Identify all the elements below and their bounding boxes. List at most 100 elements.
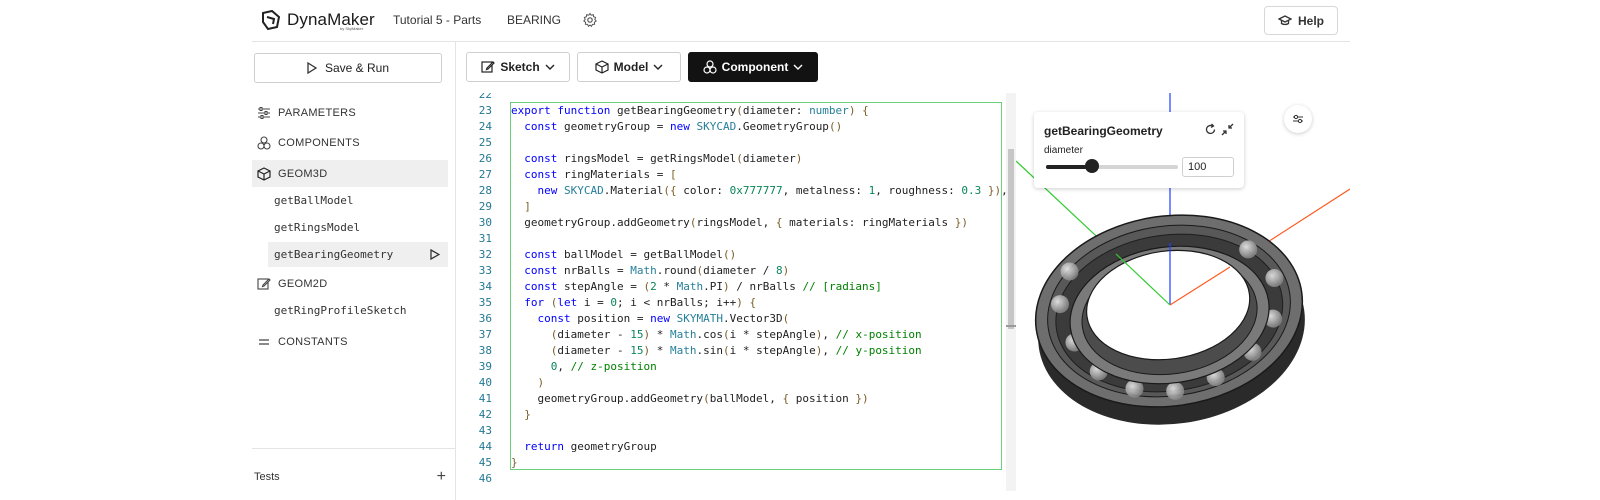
code-line[interactable]: 45} <box>456 455 1004 471</box>
gear-icon[interactable] <box>582 12 598 28</box>
breadcrumb-component[interactable]: BEARING <box>507 13 561 27</box>
line-number: 42 <box>478 408 492 421</box>
line-code: } <box>511 456 518 469</box>
sidebar-section-components[interactable]: COMPONENTS <box>252 129 448 156</box>
sliders-icon <box>257 106 271 120</box>
diameter-slider-handle[interactable] <box>1085 159 1100 173</box>
sketch-label: Sketch <box>500 60 540 74</box>
code-line[interactable]: 44 return geometryGroup <box>456 439 1004 455</box>
line-code: } <box>524 408 531 421</box>
code-line[interactable]: 30 geometryGroup.addGeometry(ringsModel,… <box>456 215 1004 231</box>
tests-label: Tests <box>254 471 280 483</box>
line-code: (diameter - 15) * Math.sin(i * stepAngle… <box>550 344 922 357</box>
code-line[interactable]: 24 const geometryGroup = new SKYCAD.Geom… <box>456 119 1004 135</box>
line-number: 38 <box>478 344 492 357</box>
code-line[interactable]: 22 <box>456 93 1004 103</box>
sidebar-item-getballmodel[interactable]: getBallModel <box>268 188 448 213</box>
code-line[interactable]: 31 <box>456 231 1004 247</box>
line-code: return geometryGroup <box>524 440 657 453</box>
sidebar-item-getringsmodel[interactable]: getRingsModel <box>268 215 448 240</box>
line-code: (diameter - 15) * Math.cos(i * stepAngle… <box>550 328 922 341</box>
code-line[interactable]: 29 ] <box>456 199 1004 215</box>
line-number: 44 <box>478 440 492 453</box>
code-line[interactable]: 43 <box>456 423 1004 439</box>
code-line[interactable]: 42 } <box>456 407 1004 423</box>
code-line[interactable]: 25 <box>456 135 1004 151</box>
line-code: 0, // z-position <box>550 360 657 373</box>
line-number: 32 <box>478 248 492 261</box>
top-header: DynaMaker by SkyMaker Tutorial 5 - Parts… <box>252 0 1350 42</box>
code-line[interactable]: 33 const nrBalls = Math.round(diameter /… <box>456 263 1004 279</box>
line-code: const ballModel = getBallModel() <box>524 248 737 261</box>
code-line[interactable]: 37 (diameter - 15) * Math.cos(i * stepAn… <box>456 327 1004 343</box>
line-code: ] <box>524 200 531 213</box>
help-button[interactable]: Help <box>1264 6 1338 35</box>
breadcrumb-project[interactable]: Tutorial 5 - Parts <box>393 13 481 27</box>
code-line[interactable]: 41 geometryGroup.addGeometry(ballModel, … <box>456 391 1004 407</box>
line-number: 30 <box>478 216 492 229</box>
line-number: 35 <box>478 296 492 309</box>
sidebar-item-label: getBearingGeometry <box>274 248 394 261</box>
line-number: 43 <box>478 424 492 437</box>
graduation-cap-icon <box>1277 14 1292 25</box>
diameter-input[interactable]: 100 <box>1182 157 1234 177</box>
diameter-label: diameter <box>1044 145 1083 156</box>
component-dropdown-button[interactable]: Component <box>688 52 818 82</box>
code-line[interactable]: 26 const ringsModel = getRingsModel(diam… <box>456 151 1004 167</box>
model-label: Model <box>613 60 649 74</box>
sidebar-section-label: CONSTANTS <box>278 335 348 348</box>
line-number: 37 <box>478 328 492 341</box>
components-icon <box>703 60 717 74</box>
chevron-down-icon <box>545 64 555 70</box>
save-run-label: Save & Run <box>324 61 390 75</box>
code-line[interactable]: 28 new SKYCAD.Material({ color: 0x777777… <box>456 183 1008 199</box>
diameter-slider[interactable] <box>1046 165 1178 169</box>
line-code: new SKYCAD.Material({ color: 0x777777, m… <box>537 184 1008 197</box>
3d-viewport[interactable]: getBearingGeometry diameter 100 <box>1016 93 1350 491</box>
sidebar-section-label: GEOM3D <box>278 167 328 180</box>
bearing-model <box>1034 214 1305 425</box>
line-code: geometryGroup.addGeometry(ringsModel, { … <box>511 216 968 229</box>
sidebar-section-parameters[interactable]: PARAMETERS <box>252 99 448 126</box>
code-line[interactable]: 23 export function getBearingGeometry(dia… <box>456 103 1004 119</box>
dynamaker-logo-icon <box>262 9 281 31</box>
reset-icon[interactable] <box>1204 123 1217 136</box>
line-number: 45 <box>478 456 492 469</box>
cube-icon <box>595 60 609 74</box>
line-number: 39 <box>478 360 492 373</box>
line-number: 26 <box>478 152 492 165</box>
collapse-icon[interactable] <box>1221 123 1234 136</box>
sketch-dropdown-button[interactable]: Sketch <box>466 52 570 82</box>
code-line[interactable]: 38 (diameter - 15) * Math.sin(i * stepAn… <box>456 343 1004 359</box>
model-dropdown-button[interactable]: Model <box>577 52 681 82</box>
save-run-button[interactable]: Save & Run <box>254 53 442 83</box>
code-editor[interactable]: 22 23 export function getBearingGeometry(d… <box>456 93 1016 491</box>
code-line[interactable]: 46 <box>456 471 1004 487</box>
line-number: 36 <box>478 312 492 325</box>
code-line[interactable]: 39 0, // z-position <box>456 359 1004 375</box>
sidebar-item-getringprofilesketch[interactable]: getRingProfileSketch <box>268 298 448 323</box>
chevron-down-icon <box>793 64 803 70</box>
line-code: const ringMaterials = [ <box>524 168 677 181</box>
sidebar-section-geom3d[interactable]: GEOM3D <box>252 160 448 187</box>
line-number: 31 <box>478 232 492 245</box>
viewport-settings-button[interactable] <box>1284 105 1312 133</box>
line-code: const position = new SKYMATH.Vector3D( <box>537 312 790 325</box>
app-sub: by SkyMaker <box>340 26 364 31</box>
editor-scroll-thumb[interactable] <box>1008 149 1014 329</box>
sidebar-section-label: COMPONENTS <box>278 136 360 149</box>
code-line[interactable]: 40 ) <box>456 375 1004 391</box>
code-line[interactable]: 35 for (let i = 0; i < nrBalls; i++) { <box>456 295 1004 311</box>
add-test-button[interactable]: + <box>437 468 446 486</box>
code-line[interactable]: 36 const position = new SKYMATH.Vector3D… <box>456 311 1004 327</box>
sidebar-item-getbearinggeometry[interactable]: getBearingGeometry <box>268 242 448 267</box>
sidebar-section-geom2d[interactable]: GEOM2D <box>252 270 448 297</box>
code-line[interactable]: 27 const ringMaterials = [ <box>456 167 1004 183</box>
sidebar-section-constants[interactable]: CONSTANTS <box>252 328 448 355</box>
line-number: 28 <box>478 184 492 197</box>
line-code: ) <box>537 376 545 389</box>
sidebar-section-label: PARAMETERS <box>278 106 356 119</box>
code-line[interactable]: 32 const ballModel = getBallModel() <box>456 247 1004 263</box>
run-function-icon[interactable] <box>430 249 440 260</box>
code-line[interactable]: 34 const stepAngle = (2 * Math.PI) / nrB… <box>456 279 1004 295</box>
